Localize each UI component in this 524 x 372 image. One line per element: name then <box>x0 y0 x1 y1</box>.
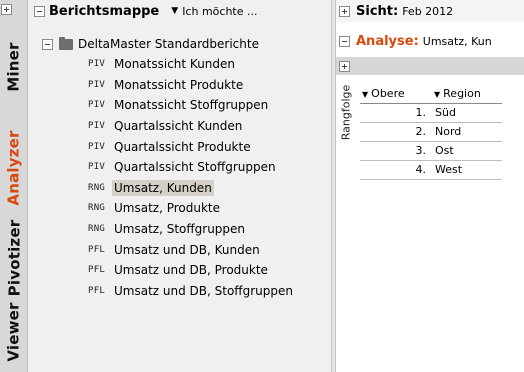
tree-item[interactable]: PIV Monatssicht Kunden <box>88 54 328 75</box>
folder-label: DeltaMaster Standardberichte <box>78 37 259 51</box>
tree-item[interactable]: RNG Umsatz, Produkte <box>88 198 328 219</box>
mode-tab-viewer[interactable]: Viewer <box>0 296 28 368</box>
report-type-icon: RNG <box>88 203 106 214</box>
analysis-header: Analyse: Umsatz, Kun <box>336 30 524 52</box>
region-cell: Ost <box>432 141 502 161</box>
mode-tab-label: Viewer <box>5 302 24 362</box>
analysis-value: Umsatz, Kun <box>422 34 492 48</box>
region-cell: Nord <box>432 122 502 142</box>
column-header-label: Obere <box>371 86 405 100</box>
tree-item[interactable]: PIV Quartalssicht Kunden <box>88 116 328 137</box>
table-row[interactable]: 3. Ost <box>360 141 502 161</box>
mode-bar: Miner Analyzer Pivotizer Viewer <box>0 0 28 372</box>
action-dropdown[interactable]: ▼ Ich möchte ... <box>171 5 257 18</box>
mode-tab-pivotizer[interactable]: Pivotizer <box>0 220 28 297</box>
mode-tab-label: Analyzer <box>5 130 24 206</box>
sort-arrow-icon: ▼ <box>434 89 441 99</box>
collapse-icon[interactable] <box>34 5 45 17</box>
tree-item-label: Umsatz, Produkte <box>114 201 221 216</box>
tree-item[interactable]: PFL Umsatz und DB, Stoffgruppen <box>88 281 328 302</box>
collapse-icon[interactable] <box>339 35 350 47</box>
tree-item[interactable]: PIV Quartalssicht Produkte <box>88 136 328 157</box>
ranking-label: Rangfolge <box>339 84 353 140</box>
tree-item-label: Monatssicht Stoffgruppen <box>114 98 269 113</box>
column-header-region[interactable]: ▼ Region <box>432 84 502 104</box>
rank-cell: 2. <box>360 122 432 142</box>
tree-item-label: Umsatz und DB, Kunden <box>114 242 260 257</box>
report-type-icon: PIV <box>88 121 106 132</box>
view-value: Feb 2012 <box>402 4 454 18</box>
analysis-title: Analyse: <box>356 33 419 49</box>
table-row[interactable]: 1. Süd <box>360 103 502 123</box>
tree-item[interactable]: PIV Monatssicht Produkte <box>88 75 328 96</box>
tree-item[interactable]: PFL Umsatz und DB, Produkte <box>88 260 328 281</box>
tree-item-label: Quartalssicht Kunden <box>114 119 243 134</box>
report-list: PIV Monatssicht Kunden PIV Monatssicht Prod… <box>88 54 328 301</box>
report-type-icon: RNG <box>88 182 106 193</box>
action-dropdown-label: Ich möchte ... <box>182 4 258 18</box>
column-header-label: Region <box>443 86 481 100</box>
report-type-icon: PIV <box>88 79 106 90</box>
mode-tab-analyzer[interactable]: Analyzer <box>0 112 28 224</box>
table-row[interactable]: 2. Nord <box>360 122 502 142</box>
tree-item[interactable]: PIV Quartalssicht Stoffgruppen <box>88 157 328 178</box>
tree-item[interactable]: PFL Umsatz und DB, Kunden <box>88 239 328 260</box>
report-tree-panel: Berichtsmappe ▼ Ich möchte ... DeltaMast… <box>28 0 331 372</box>
view-header: Sicht: Feb 2012 <box>336 0 524 22</box>
rank-cell: 4. <box>360 160 432 180</box>
expand-icon <box>1 4 12 15</box>
report-type-icon: PFL <box>88 265 106 276</box>
table-row[interactable]: 4. West <box>360 160 502 180</box>
analysis-toolbar <box>336 57 524 75</box>
mode-tab-label: Pivotizer <box>5 219 24 297</box>
ranking-side-label: Rangfolge <box>336 77 356 147</box>
tree-item-label: Monatssicht Produkte <box>114 77 244 92</box>
report-type-icon: PFL <box>88 285 106 296</box>
column-header-obere[interactable]: ▼ Obere <box>360 84 432 104</box>
region-cell: Süd <box>432 103 502 123</box>
mode-bar-expand-toggle[interactable] <box>1 2 14 15</box>
sort-arrow-icon: ▼ <box>362 89 369 99</box>
report-type-icon: PFL <box>88 244 106 255</box>
tree-item[interactable]: RNG Umsatz, Stoffgruppen <box>88 219 328 240</box>
tree-item[interactable]: RNG Umsatz, Kunden <box>88 178 328 199</box>
analysis-panel: Sicht: Feb 2012 Analyse: Umsatz, Kun Ran… <box>336 0 524 372</box>
report-type-icon: PIV <box>88 162 106 173</box>
tree-header: Berichtsmappe ▼ Ich möchte ... <box>28 0 331 22</box>
rank-cell: 3. <box>360 141 432 161</box>
region-cell: West <box>432 160 502 180</box>
report-type-icon: PIV <box>88 141 106 152</box>
tree-item-label: Umsatz, Kunden <box>112 179 214 196</box>
mode-tab-label: Miner <box>5 42 24 92</box>
rank-cell: 1. <box>360 103 432 123</box>
tree-item-label: Umsatz, Stoffgruppen <box>114 222 246 237</box>
tree-item-label: Monatssicht Kunden <box>114 57 236 72</box>
tree-item-label: Quartalssicht Produkte <box>114 139 251 154</box>
folder-row[interactable]: DeltaMaster Standardberichte <box>42 36 259 52</box>
report-type-icon: RNG <box>88 224 106 235</box>
mode-tab-miner[interactable]: Miner <box>0 22 28 112</box>
tree-item-label: Quartalssicht Stoffgruppen <box>114 160 276 175</box>
tree-item-label: Umsatz und DB, Produkte <box>114 263 268 278</box>
tree-item-label: Umsatz und DB, Stoffgruppen <box>114 283 293 298</box>
report-type-icon: PIV <box>88 100 106 111</box>
dropdown-arrow-icon: ▼ <box>171 6 179 16</box>
tree-item[interactable]: PIV Monatssicht Stoffgruppen <box>88 95 328 116</box>
ranking-table: ▼ Obere ▼ Region 1. Süd 2. Nord 3. Ost 4. West <box>360 84 502 180</box>
tree-title: Berichtsmappe <box>49 3 160 19</box>
expand-icon[interactable] <box>339 5 350 17</box>
report-type-icon: PIV <box>88 59 106 70</box>
folder-icon <box>59 36 73 50</box>
view-title: Sicht: <box>356 3 399 19</box>
expand-icon[interactable] <box>339 60 350 72</box>
collapse-icon[interactable] <box>42 38 53 50</box>
